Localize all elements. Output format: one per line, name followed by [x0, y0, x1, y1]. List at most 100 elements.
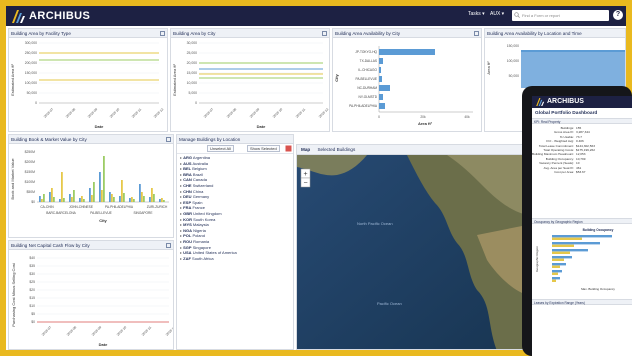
bar[interactable]	[111, 194, 113, 202]
x-tick: 2018-08	[65, 107, 77, 119]
tree-item-zaf[interactable]: ▸ ZAF South Africa	[180, 256, 293, 262]
bar[interactable]	[552, 256, 572, 259]
bar[interactable]	[552, 249, 588, 252]
bar[interactable]	[81, 196, 83, 202]
tab-selected-buildings[interactable]: Selected Buildings	[317, 147, 355, 152]
bar[interactable]	[552, 235, 612, 238]
panel-menu-icon[interactable]	[160, 31, 165, 36]
bar[interactable]	[552, 273, 558, 276]
y-tick: $0	[31, 200, 35, 204]
y-tick: 10,000	[187, 81, 197, 85]
bar[interactable]	[121, 180, 123, 202]
tasks-menu[interactable]: Tasks ▾	[468, 11, 485, 17]
help-button[interactable]: ?	[613, 10, 623, 20]
bar[interactable]	[59, 199, 61, 202]
search-input[interactable]: Find a Form or report	[512, 10, 609, 21]
bar[interactable]	[379, 58, 383, 64]
bar[interactable]	[79, 198, 81, 202]
bar[interactable]	[129, 198, 131, 202]
bar[interactable]	[43, 194, 45, 202]
x-tick: 20k	[420, 115, 426, 119]
bar[interactable]	[141, 192, 143, 202]
y-tick: $200M	[25, 160, 36, 164]
y-tick: 300,000	[25, 41, 37, 45]
area-series	[521, 52, 625, 88]
panel-menu-icon[interactable]	[474, 31, 479, 36]
bar[interactable]	[143, 196, 145, 202]
bar[interactable]	[83, 199, 85, 202]
bar[interactable]	[552, 263, 566, 266]
bar[interactable]	[552, 238, 582, 241]
y-tick: $50M	[27, 190, 36, 194]
panel-title: Building Area Availability by City	[335, 31, 401, 36]
bar[interactable]	[73, 190, 75, 202]
bar[interactable]	[552, 259, 564, 262]
bar[interactable]	[99, 172, 101, 202]
country-name: China	[192, 188, 204, 194]
bar[interactable]	[552, 245, 574, 248]
bar[interactable]	[159, 199, 161, 202]
archibus-logo[interactable]: ARCHIBUS	[12, 9, 90, 23]
bar[interactable]	[552, 270, 562, 273]
country-code: CHN	[183, 188, 192, 194]
bar[interactable]	[39, 196, 41, 202]
y-tick: $0	[31, 320, 35, 324]
bar[interactable]	[552, 242, 600, 245]
bar[interactable]	[139, 184, 141, 202]
bar[interactable]	[113, 197, 115, 202]
bar[interactable]	[552, 280, 556, 283]
bar[interactable]	[61, 172, 63, 202]
bar[interactable]	[109, 192, 111, 202]
bar[interactable]	[552, 252, 570, 255]
x-tick: JOHN-CHINESE	[69, 205, 93, 209]
panel-menu-icon[interactable]	[322, 31, 327, 36]
bar[interactable]	[151, 188, 153, 202]
panel-title: Building Book & Market Value by City	[11, 137, 87, 142]
bar[interactable]	[552, 266, 560, 269]
bar[interactable]	[161, 198, 163, 202]
bar[interactable]	[131, 197, 133, 202]
bar[interactable]	[149, 197, 151, 202]
category-label: TX-DALLAS	[360, 59, 377, 63]
panel-menu-icon[interactable]	[166, 243, 171, 248]
panel-menu-icon[interactable]	[166, 137, 171, 142]
x-tick: 2018-11	[141, 325, 152, 336]
bar[interactable]	[53, 197, 55, 202]
category-label: PA-BELLEVUE	[355, 77, 377, 81]
bar[interactable]	[379, 67, 381, 73]
bar[interactable]	[51, 188, 53, 202]
show-selected-button[interactable]: Show Selected	[247, 145, 280, 152]
bar[interactable]	[49, 192, 51, 202]
bar[interactable]	[119, 196, 121, 202]
bar[interactable]	[69, 194, 71, 202]
bar[interactable]	[71, 197, 73, 202]
bar[interactable]	[379, 85, 390, 91]
bar[interactable]	[552, 277, 560, 280]
bar[interactable]	[101, 190, 103, 202]
bar[interactable]	[379, 49, 435, 55]
bar[interactable]	[91, 195, 93, 202]
unselect-all-button[interactable]: Unselect All	[207, 145, 234, 152]
y-axis-label: Estimated Area ft²	[172, 63, 177, 95]
bar[interactable]	[63, 198, 65, 202]
pdf-export-icon[interactable]	[285, 145, 292, 152]
bar[interactable]	[379, 76, 382, 82]
bar[interactable]	[163, 200, 165, 202]
bar[interactable]	[41, 199, 43, 202]
y-tick: $250M	[25, 150, 36, 154]
bar[interactable]	[379, 94, 383, 100]
bar[interactable]	[93, 182, 95, 202]
bar[interactable]	[133, 199, 135, 202]
aux-menu[interactable]: AUX ▾	[490, 11, 504, 17]
bar[interactable]	[379, 103, 385, 109]
tab-map[interactable]: Map	[301, 147, 310, 152]
bar[interactable]	[123, 193, 125, 202]
bar[interactable]	[89, 188, 91, 202]
x-tick: 40k	[464, 115, 470, 119]
bar[interactable]	[153, 194, 155, 202]
bar[interactable]	[103, 156, 105, 202]
country-name: United States of America	[192, 250, 237, 256]
x-tick: 2018-07	[41, 325, 53, 337]
satellite-map[interactable]: North Pacific Ocean Pacific Ocean + −	[297, 155, 526, 350]
country-name: United Kingdom	[193, 210, 222, 216]
